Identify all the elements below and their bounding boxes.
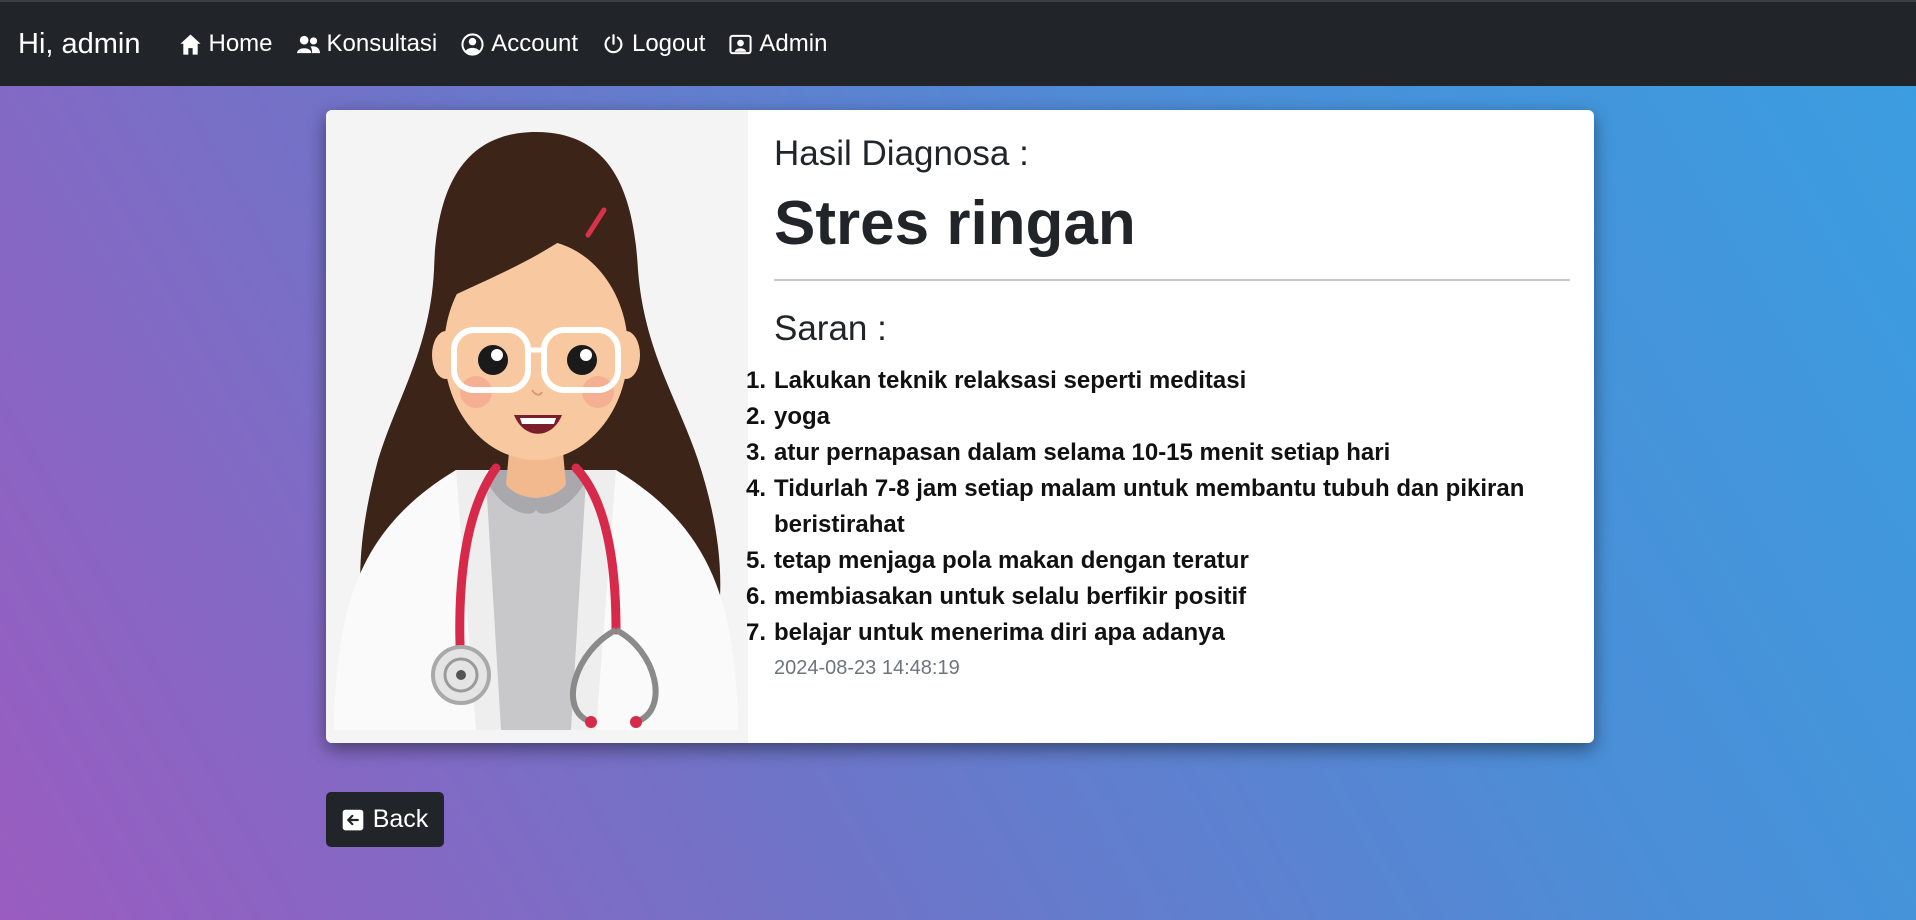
diagnosis-content: Hasil Diagnosa : Stres ringan Saran : 1.… [746,134,1570,680]
nav-account-label: Account [491,30,578,57]
back-button-label: Back [372,805,429,833]
doctor-illustration [326,110,748,743]
list-item: 2. yoga [746,403,831,430]
person-badge-icon [729,34,752,54]
list-item: 7. belajar untuk menerima diri apa adanya [746,619,1225,646]
nav-home-label: Home [208,30,273,57]
advice-list: 1. Lakukan teknik relaksasi seperti medit… [746,363,1570,651]
list-item: 4. Tidurlah 7-8 jam setiap malam untuk me… [746,475,1525,538]
list-item: 5. tetap menjaga pola makan dengan teratu… [746,547,1249,574]
nav-logout[interactable]: Logout [602,30,705,58]
result-timestamp: 2024-08-23 14:48:19 [774,657,960,679]
house-icon [179,33,201,55]
diagnosis-result-card: Hasil Diagnosa : Stres ringan Saran : 1.… [326,110,1594,743]
list-item: 6. membiasakan untuk selalu berfikir posi… [746,583,1247,610]
nav-konsultasi-label: Konsultasi [326,30,438,57]
nav-konsultasi[interactable]: Konsultasi [296,30,438,58]
nav-admin[interactable]: Admin [729,30,827,58]
power-icon [604,33,623,53]
nav-account[interactable]: Account [461,30,578,58]
advice-heading: Saran : [774,309,887,348]
person-circle-icon [461,32,484,56]
nav-home[interactable]: Home [179,30,273,58]
arrow-left-square-icon [342,809,364,830]
result-heading: Hasil Diagnosa : [774,134,1029,173]
back-button[interactable]: Back [326,792,444,847]
divider [774,279,1570,281]
nav-admin-label: Admin [759,30,828,57]
diagnosis-title: Stres ringan [774,189,1136,258]
top-navbar: Hi, admin Home Konsultasi Account Logout… [0,0,1916,86]
list-item: 1. Lakukan teknik relaksasi seperti medit… [746,367,1247,394]
nav-logout-label: Logout [631,30,706,57]
list-item: 3. atur pernapasan dalam selama 10-15 men… [746,439,1391,466]
people-icon [296,35,320,53]
user-greeting: Hi, admin [18,27,141,60]
